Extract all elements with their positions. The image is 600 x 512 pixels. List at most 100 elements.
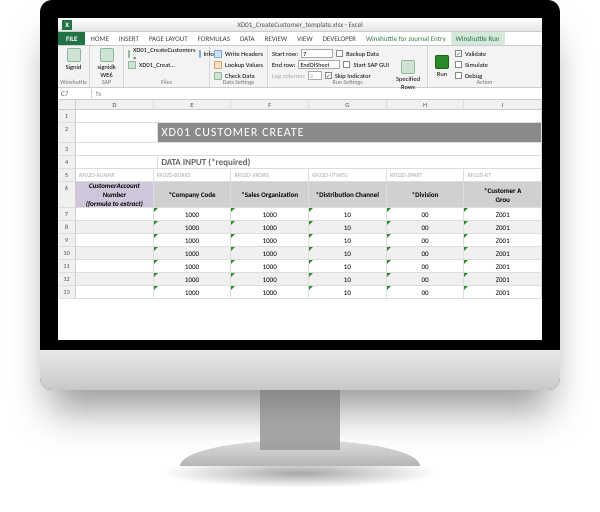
header-customer-group[interactable]: *Customer A Grou [464, 182, 542, 208]
cell[interactable]: 10 [309, 247, 387, 260]
col-I[interactable]: I [464, 100, 542, 109]
end-row-input[interactable]: EndOfSheet [298, 60, 340, 69]
signid-button[interactable]: Signid [62, 48, 85, 71]
cell[interactable]: RF02D-KT [464, 169, 542, 182]
monitor-chin [40, 350, 560, 390]
cell[interactable]: Z001 [464, 273, 542, 286]
cell[interactable]: 10 [309, 208, 387, 221]
tab-data[interactable]: DATA [235, 32, 260, 45]
cell[interactable]: Z001 [464, 247, 542, 260]
cell[interactable]: RF02D-VKORG [231, 169, 309, 182]
cell[interactable] [76, 234, 154, 247]
signid-label: Signid [66, 63, 82, 71]
header-customer-account[interactable]: CustomerAccount Number (formula to extra… [76, 182, 154, 208]
cell[interactable]: 10 [309, 260, 387, 273]
name-box[interactable]: C7 [58, 89, 92, 98]
cell[interactable]: 00 [387, 286, 465, 299]
cell[interactable] [76, 221, 154, 234]
cell[interactable]: RF02D-SPART [387, 169, 465, 182]
cell[interactable]: 00 [387, 260, 465, 273]
cell[interactable]: 1000 [231, 247, 309, 260]
monitor-stand-neck [260, 390, 340, 450]
validate-checkbox[interactable]: ✓ [455, 50, 462, 57]
cell[interactable]: 10 [309, 221, 387, 234]
tab-file[interactable]: FILE [58, 32, 85, 45]
file-item-1[interactable]: XD01_Creat… [139, 61, 175, 69]
tab-winshuttle-je[interactable]: Winshuttle for Journal Entry [361, 32, 451, 45]
cell[interactable]: Z001 [464, 221, 542, 234]
cell[interactable]: 10 [309, 286, 387, 299]
cell[interactable]: 1000 [154, 260, 232, 273]
header-division[interactable]: *Division [387, 182, 465, 208]
cell[interactable]: 1000 [231, 273, 309, 286]
cell[interactable] [76, 156, 158, 169]
worksheet-grid[interactable]: 1 2 XD01 CUSTOMER CREATE 3 4 DATA INPUT … [58, 110, 542, 299]
cell[interactable] [76, 247, 154, 260]
cell[interactable]: 1000 [154, 286, 232, 299]
backup-data-checkbox[interactable] [336, 50, 343, 57]
cell[interactable]: 00 [387, 247, 465, 260]
col-D[interactable]: D [76, 100, 154, 109]
tab-review[interactable]: REVIEW [260, 32, 293, 45]
cell[interactable]: 10 [309, 273, 387, 286]
cell[interactable]: 1000 [231, 221, 309, 234]
cell[interactable] [76, 208, 154, 221]
cell[interactable]: 00 [387, 273, 465, 286]
cell[interactable]: 1000 [154, 221, 232, 234]
col-E[interactable]: E [154, 100, 232, 109]
cell[interactable]: 1000 [154, 247, 232, 260]
cell[interactable]: 00 [387, 234, 465, 247]
cell[interactable]: RF02D-VTWEG [309, 169, 387, 182]
write-headers-icon [214, 50, 222, 58]
write-headers-button[interactable]: Write Headers [225, 50, 263, 58]
cell[interactable] [76, 123, 158, 143]
cell[interactable]: Z001 [464, 234, 542, 247]
cell[interactable]: 1000 [231, 260, 309, 273]
start-row-input[interactable]: 7 [301, 49, 333, 58]
group-run-settings: Run Settings [268, 78, 427, 86]
cell[interactable]: 1000 [231, 208, 309, 221]
col-G[interactable]: G [309, 100, 387, 109]
tab-page-layout[interactable]: PAGE LAYOUT [144, 32, 193, 45]
cell[interactable]: 1000 [231, 234, 309, 247]
tab-winshuttle-run[interactable]: Winshuttle Run [451, 32, 505, 45]
file-icon [128, 50, 130, 58]
col-F[interactable]: F [231, 100, 309, 109]
header-dist-channel[interactable]: *Distribution Channel [309, 182, 387, 208]
cell[interactable]: 10 [309, 234, 387, 247]
group-sap: SAP [90, 78, 123, 86]
cell[interactable] [76, 286, 154, 299]
simulate-checkbox[interactable] [455, 61, 462, 68]
fx-icon[interactable]: fx [92, 89, 105, 98]
start-sap-gui-checkbox[interactable] [343, 61, 350, 68]
tab-developer[interactable]: DEVELOPER [318, 32, 361, 45]
header-sales-org[interactable]: *Sales Organization [231, 182, 309, 208]
tab-insert[interactable]: INSERT [114, 32, 144, 45]
cell[interactable]: Z001 [464, 286, 542, 299]
cell[interactable] [76, 273, 154, 286]
cell[interactable]: 1000 [154, 208, 232, 221]
start-row-label: Start row: [272, 50, 298, 58]
cell[interactable]: 00 [387, 208, 465, 221]
tab-view[interactable]: VIEW [292, 32, 317, 45]
lookup-values-button[interactable]: Lookup Values [225, 61, 263, 69]
header-company-code[interactable]: *Company Code [154, 182, 232, 208]
cell[interactable]: Z001 [464, 208, 542, 221]
start-sap-gui-label: Start SAP GUI [353, 61, 389, 69]
ribbon-tabs: FILE HOME INSERT PAGE LAYOUT FORMULAS DA… [58, 32, 542, 46]
tab-home[interactable]: HOME [85, 32, 113, 45]
group-files: Files [124, 78, 209, 86]
cell[interactable]: 00 [387, 221, 465, 234]
cell[interactable] [76, 260, 154, 273]
cell[interactable]: 1000 [154, 234, 232, 247]
col-H[interactable]: H [387, 100, 465, 109]
cell[interactable]: 1000 [231, 286, 309, 299]
specified-rows-button[interactable]: Specified Rows [393, 60, 423, 91]
sap-login-button[interactable]: signidk WE6 [94, 48, 119, 79]
cell[interactable]: 1000 [154, 273, 232, 286]
tab-formulas[interactable]: FORMULAS [193, 32, 235, 45]
simulate-label: Simulate [465, 61, 488, 69]
cell[interactable]: RF02D-BUKRS [154, 169, 232, 182]
lookup-values-icon [214, 61, 222, 69]
cell[interactable]: Z001 [464, 260, 542, 273]
